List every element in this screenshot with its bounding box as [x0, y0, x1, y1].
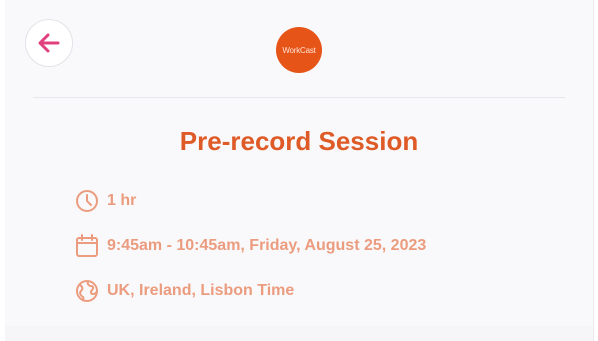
back-button[interactable]	[25, 19, 73, 67]
header-divider	[33, 97, 565, 98]
arrow-left-icon	[38, 33, 60, 53]
panel-footer-edge	[5, 326, 593, 341]
calendar-icon	[75, 234, 99, 258]
duration-text: 1 hr	[107, 192, 137, 209]
event-title: Pre-record Session	[179, 126, 419, 156]
scrollbar-track	[593, 0, 598, 341]
event-datetime: 9:45am - 10:45am, Friday, August 25, 202…	[75, 234, 426, 258]
clock-icon	[75, 189, 99, 213]
event-duration: 1 hr	[75, 189, 136, 213]
globe-icon	[75, 279, 99, 303]
event-timezone: UK, Ireland, Lisbon Time	[75, 279, 294, 303]
timezone-text: UK, Ireland, Lisbon Time	[107, 282, 295, 299]
datetime-text: 9:45am - 10:45am, Friday, August 25, 202…	[107, 237, 427, 254]
workcast-logo: WorkCast	[276, 27, 322, 73]
logo-text: WorkCast	[282, 45, 316, 55]
